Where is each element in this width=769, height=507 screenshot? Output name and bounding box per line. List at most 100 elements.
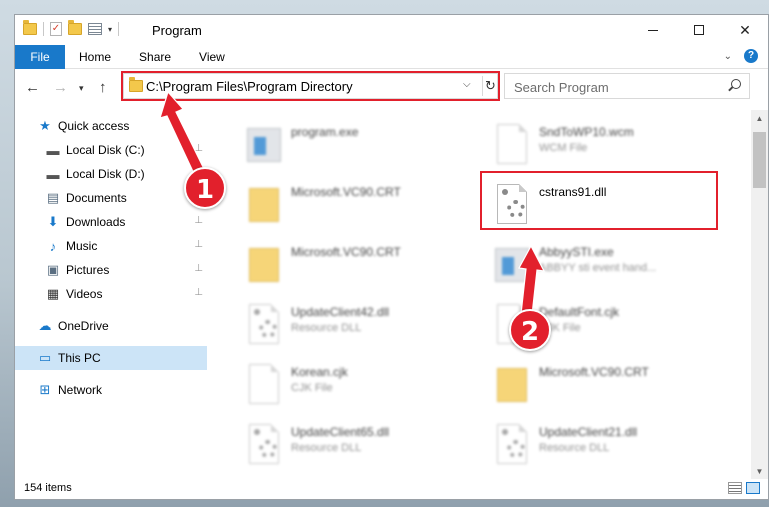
status-bar: 154 items bbox=[15, 479, 768, 499]
file-text: Microsoft.VC90.CRT bbox=[291, 242, 401, 259]
sidebar-item[interactable]: ♪ Music ⊥ bbox=[15, 234, 207, 258]
address-highlight-box bbox=[121, 71, 500, 101]
sidebar-item-label: Pictures bbox=[66, 263, 110, 277]
minimize-icon bbox=[648, 29, 658, 31]
up-arrow-icon[interactable]: ↑ bbox=[99, 79, 107, 96]
scroll-up-icon[interactable]: ▲ bbox=[751, 110, 768, 127]
sidebar-item-label: Quick access bbox=[58, 119, 130, 133]
vertical-scrollbar[interactable]: ▲ ▼ bbox=[751, 110, 768, 480]
sidebar-item[interactable]: ▬ Local Disk (D:) bbox=[15, 162, 207, 186]
view-toggle bbox=[728, 482, 760, 494]
maximize-button[interactable] bbox=[676, 15, 722, 45]
maximize-icon bbox=[694, 25, 704, 35]
expand-ribbon-icon[interactable]: ⌄ bbox=[724, 51, 732, 62]
sidebar-item[interactable]: ▤Documents⊥ bbox=[15, 186, 207, 210]
ribbon-tabs: File Home Share View ⌄ ? bbox=[15, 44, 768, 69]
dll-file-icon bbox=[245, 302, 283, 346]
search-box[interactable]: Search Program bbox=[504, 73, 750, 99]
details-view-icon[interactable] bbox=[728, 482, 742, 494]
window-controls: ✕ bbox=[630, 15, 768, 45]
scroll-down-icon[interactable]: ▼ bbox=[751, 463, 768, 480]
item-count: 154 items bbox=[24, 482, 72, 494]
sidebar-item-label: Network bbox=[58, 383, 103, 397]
minimize-button[interactable] bbox=[630, 15, 676, 45]
close-icon: ✕ bbox=[739, 21, 751, 38]
file-item[interactable]: SndToWP10.wcm WCM File bbox=[493, 122, 733, 172]
customize-toolbar-dropdown-icon[interactable]: ▾ bbox=[108, 25, 112, 34]
sidebar-item[interactable]: ★ Quick access bbox=[15, 114, 207, 138]
file-type: Resource DLL bbox=[291, 322, 362, 334]
properties-check-icon[interactable]: ✓ bbox=[50, 22, 62, 36]
step-2-badge: 2 bbox=[509, 309, 551, 351]
tab-share[interactable]: Share bbox=[125, 45, 185, 69]
file-type: CJK File bbox=[539, 322, 581, 334]
scrollbar-thumb[interactable] bbox=[753, 132, 766, 188]
file-item[interactable]: program.exe bbox=[245, 122, 485, 172]
large-icons-view-icon[interactable] bbox=[746, 482, 760, 494]
file-item[interactable]: Microsoft.VC90.CRT bbox=[493, 362, 733, 412]
quick-access-toolbar: ✓ ▾ bbox=[23, 20, 120, 36]
file-item[interactable]: Microsoft.VC90.CRT bbox=[245, 242, 485, 292]
properties-icon[interactable] bbox=[88, 23, 102, 35]
sidebar-item[interactable]: ⬇ Downloads ⊥ bbox=[15, 210, 207, 234]
file-type: ABBYY sti event hand... bbox=[539, 262, 657, 274]
pin-icon[interactable]: ⊥ bbox=[194, 287, 203, 298]
file-explorer-window: ✓ ▾ Program ✕ File Home Share View ⌄ ? ←… bbox=[14, 14, 769, 500]
pin-icon[interactable]: ⊥ bbox=[194, 239, 203, 250]
file-item[interactable]: UpdateClient21.dll Resource DLL bbox=[493, 422, 733, 472]
tab-view[interactable]: View bbox=[185, 45, 239, 69]
file-name: Microsoft.VC90.CRT bbox=[291, 185, 401, 199]
pin-icon[interactable]: ⊥ bbox=[194, 263, 203, 274]
sidebar-item[interactable]: ▭ This PC bbox=[15, 346, 207, 370]
search-icon[interactable] bbox=[731, 79, 741, 89]
sidebar-item-label: Downloads bbox=[66, 215, 126, 229]
file-name: DefaultFont.cjk bbox=[539, 305, 620, 319]
title-bar: ✓ ▾ Program ✕ bbox=[15, 15, 768, 45]
file-icon bbox=[493, 122, 531, 166]
pin-icon[interactable]: ⊥ bbox=[194, 215, 203, 226]
file-item[interactable]: UpdateClient65.dll Resource DLL bbox=[245, 422, 485, 472]
window-title: Program bbox=[152, 23, 202, 38]
tab-home[interactable]: Home bbox=[65, 45, 125, 69]
sidebar-item-label: Music bbox=[66, 239, 98, 253]
forward-arrow-icon[interactable]: → bbox=[53, 79, 68, 96]
file-type: CJK File bbox=[291, 382, 333, 394]
recent-locations-dropdown-icon[interactable]: ▾ bbox=[79, 83, 84, 94]
file-name: SndToWP10.wcm bbox=[539, 125, 634, 139]
sidebar-item-label: OneDrive bbox=[58, 319, 109, 333]
star-icon: ★ bbox=[39, 118, 51, 133]
file-type: WCM File bbox=[539, 142, 588, 154]
drive-icon: ▬ bbox=[46, 142, 60, 158]
help-icon[interactable]: ? bbox=[744, 49, 758, 63]
sidebar-item-label: Local Disk (D:) bbox=[66, 167, 145, 181]
tab-file[interactable]: File bbox=[15, 44, 65, 69]
file-name: UpdateClient21.dll bbox=[539, 425, 638, 439]
file-item[interactable]: UpdateClient42.dll Resource DLL bbox=[245, 302, 485, 352]
back-arrow-icon[interactable]: ← bbox=[25, 79, 40, 96]
file-type: Resource DLL bbox=[539, 442, 610, 454]
download-icon: ⬇ bbox=[47, 214, 59, 229]
file-item[interactable]: Korean.cjk CJK File bbox=[245, 362, 485, 412]
divider bbox=[43, 22, 44, 36]
sidebar-item[interactable]: ☁ OneDrive bbox=[15, 314, 207, 338]
file-name: program.exe bbox=[291, 125, 359, 139]
application-icon bbox=[245, 122, 283, 166]
search-input[interactable]: Search Program bbox=[514, 80, 609, 95]
new-folder-icon[interactable] bbox=[68, 20, 82, 35]
pin-icon[interactable]: ⊥ bbox=[194, 143, 203, 154]
file-type: Resource DLL bbox=[291, 442, 362, 454]
file-item[interactable]: AbbyySTI.exe ABBYY sti event hand... bbox=[493, 242, 733, 292]
sidebar-item[interactable]: ▬ Local Disk (C:) ⊥ bbox=[15, 138, 207, 162]
file-text: Microsoft.VC90.CRT bbox=[539, 362, 649, 379]
file-item[interactable]: Microsoft.VC90.CRT bbox=[245, 182, 485, 232]
file-text: AbbyySTI.exe ABBYY sti event hand... bbox=[539, 242, 656, 274]
close-button[interactable]: ✕ bbox=[722, 15, 768, 45]
file-name: Microsoft.VC90.CRT bbox=[291, 245, 401, 259]
sidebar-item[interactable]: ▣ Pictures ⊥ bbox=[15, 258, 207, 282]
documents-icon: ▤ bbox=[46, 190, 60, 205]
sidebar-item[interactable]: ▦ Videos ⊥ bbox=[15, 282, 207, 306]
file-text: program.exe bbox=[291, 122, 358, 139]
sidebar-item[interactable]: ⊞ Network bbox=[15, 378, 207, 402]
file-text: UpdateClient42.dll Resource DLL bbox=[291, 302, 389, 334]
file-name: Microsoft.VC90.CRT bbox=[539, 365, 649, 379]
